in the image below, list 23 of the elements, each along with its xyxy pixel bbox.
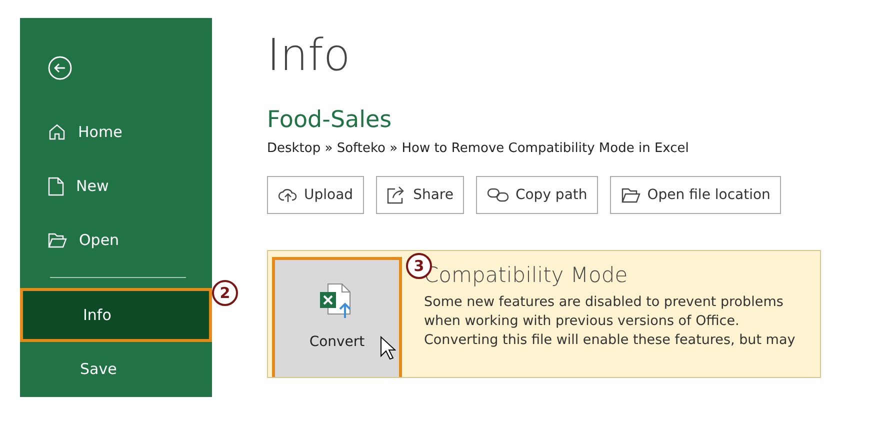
folder-icon [48, 232, 67, 248]
sidebar-item[interactable]: New [20, 159, 212, 213]
action-button[interactable]: Upload [267, 176, 364, 214]
action-button[interactable]: Share [376, 176, 464, 214]
convert-button[interactable]: Convert [272, 257, 402, 377]
sidebar-item[interactable]: Home [20, 105, 212, 159]
document-icon [48, 176, 64, 196]
home-icon [48, 123, 66, 141]
file-name: Food-Sales [267, 107, 393, 133]
cursor-icon [380, 336, 396, 360]
cloud-upload-icon [278, 187, 298, 203]
sidebar-item[interactable]: Open [20, 213, 212, 267]
page-title: Info [267, 30, 352, 81]
action-button[interactable]: Copy path [476, 176, 598, 214]
file-path: Desktop » Softeko » How to Remove Compatibility Mode in Excel [267, 141, 690, 156]
step-badge: 2 [212, 280, 238, 306]
back-icon[interactable] [48, 56, 72, 80]
sidebar-item[interactable]: Info [20, 288, 212, 342]
action-button[interactable]: Open file location [610, 176, 782, 214]
sidebar-item[interactable]: Save [20, 342, 212, 396]
compatibility-description: Some new features are disabled to prevent problems when working with previous versions of Office. Converting this file will enable these features, but may [424, 293, 796, 350]
folder-icon [621, 188, 642, 202]
link-icon [487, 188, 510, 202]
